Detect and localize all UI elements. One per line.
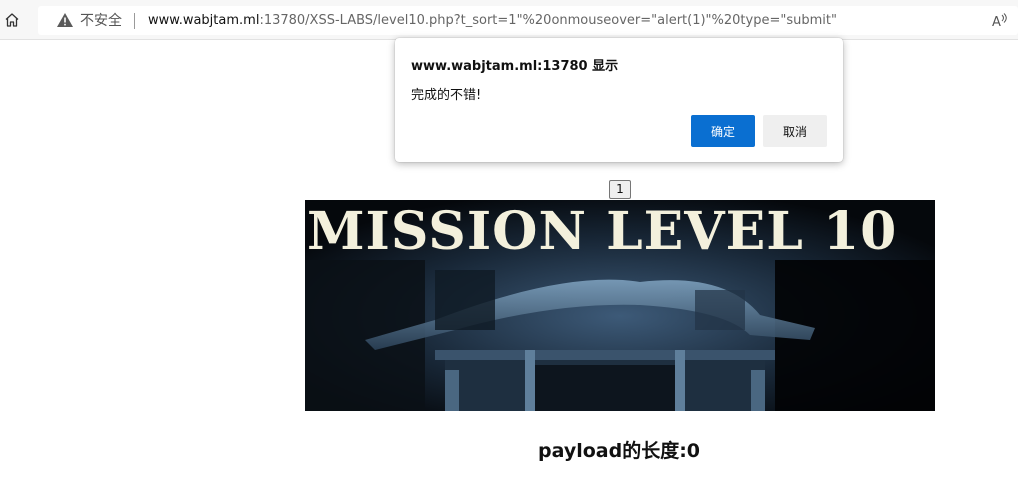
security-status-label[interactable]: 不安全: [80, 12, 122, 30]
dialog-message: 完成的不错!: [411, 88, 482, 103]
payload-length-text: payload的长度:0: [537, 440, 701, 462]
warning-icon[interactable]: [56, 12, 74, 28]
alert-dialog: www.wabjtam.ml:13780 显示 完成的不错! 确定 取消: [395, 38, 843, 162]
url-path: :13780/XSS-LABS/level10.php?t_sort=1"%20…: [259, 13, 837, 28]
url-host: www.wabjtam.ml: [148, 13, 260, 28]
dialog-title: www.wabjtam.ml:13780 显示: [411, 59, 619, 74]
mission-level-banner: MISSION LEVEL 10: [305, 200, 935, 411]
t-sort-input[interactable]: 1: [609, 180, 631, 199]
browser-toolbar: 不安全 www.wabjtam.ml:13780/XSS-LABS/level1…: [0, 0, 1018, 40]
ok-button[interactable]: 确定: [691, 115, 755, 147]
cancel-button[interactable]: 取消: [763, 115, 827, 147]
banner-title: MISSION LEVEL 10: [307, 201, 898, 262]
address-divider: [134, 13, 135, 29]
home-button[interactable]: [2, 9, 22, 31]
read-aloud-icon[interactable]: A: [991, 12, 1009, 30]
url-text[interactable]: www.wabjtam.ml:13780/XSS-LABS/level10.ph…: [148, 12, 837, 30]
svg-text:A: A: [992, 15, 1001, 30]
home-icon: [5, 13, 19, 27]
address-bar[interactable]: 不安全 www.wabjtam.ml:13780/XSS-LABS/level1…: [38, 6, 1018, 35]
